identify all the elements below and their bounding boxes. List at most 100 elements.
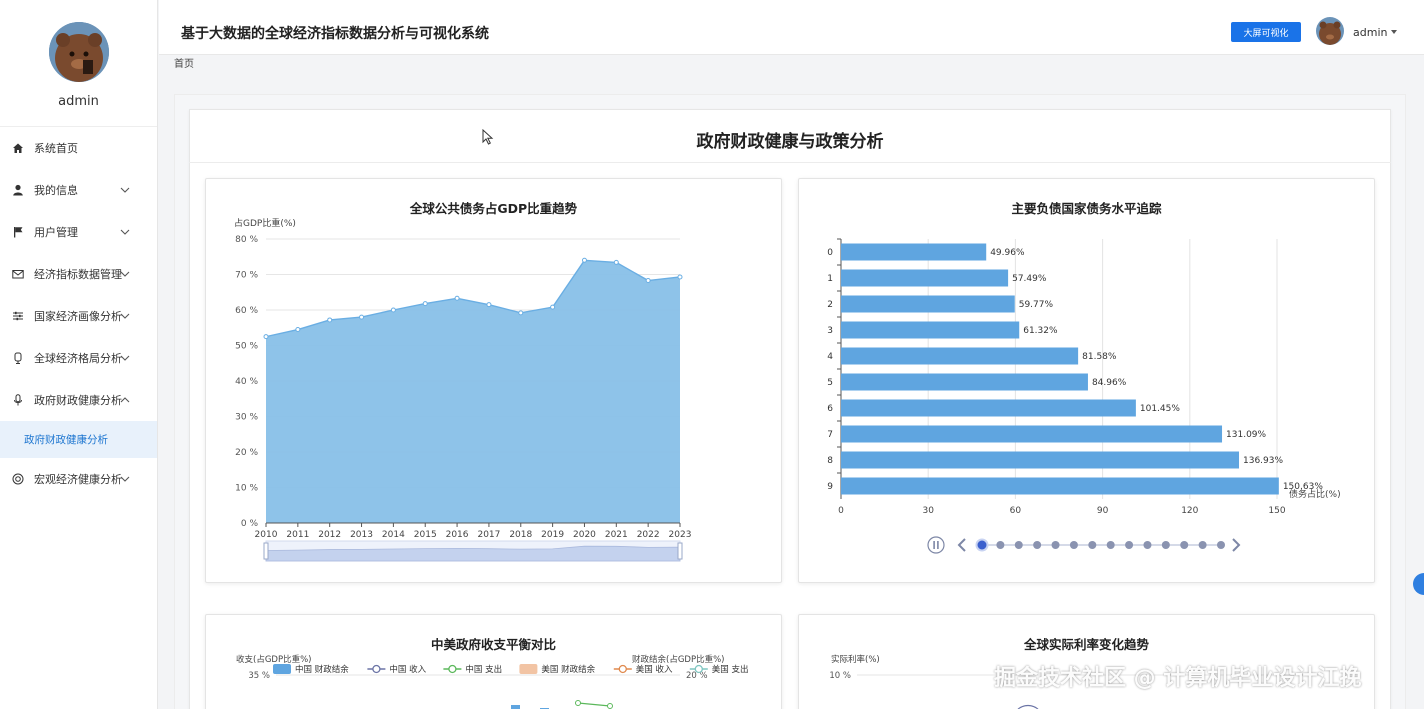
data-point [359, 314, 365, 320]
x-tick-label: 2012 [318, 530, 341, 540]
data-point [550, 304, 556, 310]
x-tick-label: 120 [1181, 506, 1198, 516]
x-tick-label: 2022 [637, 530, 660, 540]
sidebar-item-indicator-data[interactable]: 经济指标数据管理 [0, 253, 157, 295]
chevron-up-icon [120, 397, 130, 403]
pause-icon [937, 541, 939, 549]
y-axis-label: 占GDP比重(%) [234, 217, 296, 229]
sidebar-item-home[interactable]: 系统首页 [0, 127, 157, 169]
y-tick-label: 3 [827, 326, 833, 336]
data-label: 131.09% [1226, 430, 1266, 440]
x-tick-label: 0 [838, 506, 844, 516]
sidebar-profile: admin [0, 0, 157, 127]
timeline-point-active [975, 538, 989, 552]
sidebar-item-label: 宏观经济健康分析 [34, 473, 122, 486]
x-tick-label: 60 [1010, 506, 1022, 516]
x-tick-label: 2010 [255, 530, 278, 540]
x-tick-label: 2018 [509, 530, 532, 540]
pause-icon [933, 541, 935, 549]
x-tick-label: 2011 [286, 530, 309, 540]
avatar[interactable] [48, 22, 109, 82]
area-fill [266, 260, 680, 523]
data-point [575, 700, 581, 706]
caret-down-icon[interactable] [1391, 30, 1397, 34]
timeline-point [1014, 541, 1023, 549]
y-tick-label: 50 % [235, 342, 258, 352]
datazoom-handle-left [263, 542, 269, 560]
chevron-down-icon [120, 271, 130, 277]
sidebar-item-label: 经济指标数据管理 [34, 268, 122, 281]
y-tick-label: 5 [827, 378, 833, 388]
chevron-down-icon [120, 355, 130, 361]
y-tick-label: 8 [827, 456, 833, 466]
data-point [390, 307, 396, 313]
data-point [454, 295, 460, 301]
sidebar-item-global-pattern[interactable]: 全球经济格局分析 [0, 337, 157, 379]
y-tick-label: 1 [827, 274, 833, 284]
bar [841, 477, 1279, 495]
data-point [518, 310, 524, 316]
china-us-balance-chart: 收支(占GDP比重%) 财政结余(占GDP比重%)35 % 20 %中国 财政结余中… [236, 654, 749, 709]
y-tick-label: 40 % [235, 377, 258, 387]
bar [841, 425, 1223, 443]
page-title: 政府财政健康与政策分析 [696, 132, 884, 152]
legend-marker [448, 664, 457, 674]
sidebar-item-my-info[interactable]: 我的信息 [0, 169, 157, 211]
sidebar-username: admin [58, 94, 99, 109]
breadcrumb[interactable]: 首页 [174, 55, 194, 70]
x-tick-label: 2016 [446, 530, 469, 540]
data-point [486, 302, 492, 308]
sidebar-item-label: 国家经济画像分析 [34, 310, 122, 323]
timeline-point [1069, 541, 1078, 549]
mic-icon [12, 394, 24, 406]
timeline-point [1217, 541, 1225, 549]
prev-icon [957, 538, 966, 552]
data-point [645, 278, 651, 284]
sidebar-subitem-fiscal-health[interactable]: 政府财政健康分析 [0, 421, 157, 458]
y-tick-label: 60 % [235, 306, 258, 316]
y-tick-label: 6 [827, 404, 833, 414]
flag-icon [12, 226, 24, 238]
debt-trend-chart: 占GDP比重(%) 0 % 10 % 20 % 30 % 40 % 50 % 60 % 70 %… [234, 217, 692, 562]
y-tick-label: 0 % [241, 519, 259, 529]
top-header: 基于大数据的全球经济指标数据分析与可视化系统 大屏可视化 admin [159, 0, 1424, 55]
sidebar-item-country-profile[interactable]: 国家经济画像分析 [0, 295, 157, 337]
chart-card-country-debt: 主要负债国家债务水平追踪 0 30 60 90 120 150 0 49.96% 1 57.49%… [798, 178, 1375, 583]
x-tick-label: 2023 [669, 530, 692, 540]
data-point [263, 334, 269, 340]
data-label: 59.77% [1019, 300, 1054, 310]
series-line [1017, 704, 1039, 709]
sidebar-item-macro-health[interactable]: 宏观经济健康分析 [0, 458, 157, 500]
header-username[interactable]: admin [1353, 26, 1387, 39]
bar [841, 451, 1240, 469]
y-tick-label: 0 [827, 248, 833, 258]
chevron-down-icon [120, 229, 130, 235]
float-action-button[interactable] [1413, 573, 1424, 595]
sidebar-item-user-management[interactable]: 用户管理 [0, 211, 157, 253]
legend-marker [618, 664, 627, 674]
bar [511, 705, 520, 709]
bar [841, 399, 1136, 417]
sidebar-item-label: 系统首页 [34, 142, 78, 155]
header-avatar[interactable] [1316, 17, 1344, 45]
bar [841, 373, 1088, 391]
x-tick-label: 2021 [605, 530, 628, 540]
user-icon [12, 184, 24, 196]
timeline-point [996, 541, 1005, 549]
next-icon [1232, 538, 1241, 552]
legend-swatch [273, 664, 291, 674]
legend-swatch [519, 664, 538, 674]
sidebar-item-label: 政府财政健康分析 [34, 394, 122, 407]
sidebar-item-fiscal-health[interactable]: 政府财政健康分析 [0, 379, 157, 421]
chevron-down-icon [120, 313, 130, 319]
data-label: 49.96% [990, 248, 1025, 258]
bigscreen-button[interactable]: 大屏可视化 [1231, 22, 1301, 42]
app-title: 基于大数据的全球经济指标数据分析与可视化系统 [181, 26, 489, 42]
data-label: 81.58% [1082, 352, 1117, 362]
y-tick-label: 35 % [248, 671, 270, 681]
x-tick-label: 2013 [350, 530, 373, 540]
data-point [613, 259, 619, 265]
data-label: 101.45% [1140, 404, 1180, 414]
x-tick-label: 30 [922, 506, 934, 516]
sidebar-item-label: 用户管理 [34, 226, 78, 239]
